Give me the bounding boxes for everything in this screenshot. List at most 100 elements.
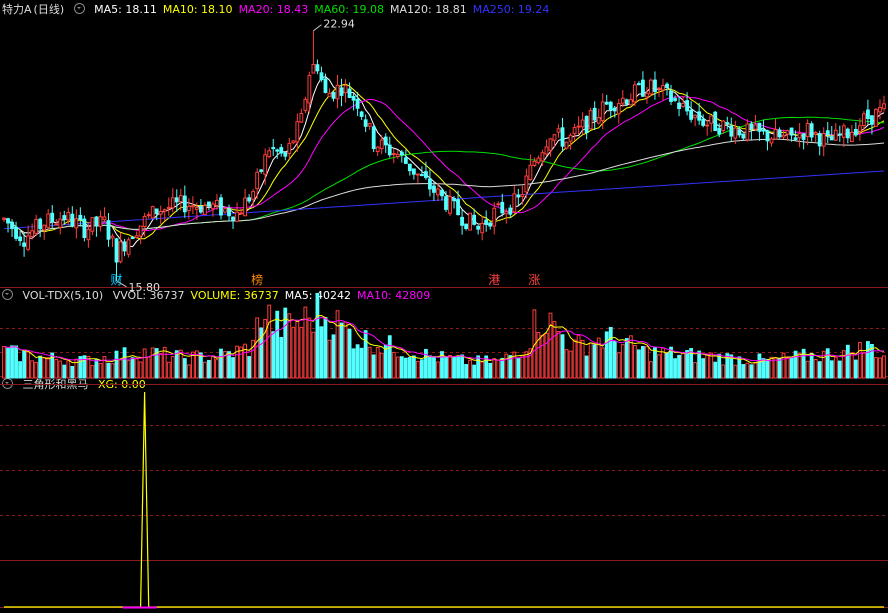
- candle-body: [600, 101, 605, 121]
- volume-bar: [436, 361, 440, 379]
- candle-body: [741, 133, 746, 139]
- candle-body: [866, 109, 870, 119]
- volume-bar: [415, 360, 420, 379]
- volume-bar: [198, 352, 203, 379]
- candle-body: [544, 146, 549, 155]
- candle-body: [669, 90, 673, 102]
- candle-body: [235, 211, 239, 222]
- volume-bar: [54, 358, 59, 379]
- candle-body: [817, 133, 822, 147]
- volume-bar: [640, 346, 645, 379]
- volume-bar: [608, 326, 613, 379]
- candle-body: [592, 107, 597, 121]
- candle-body: [174, 197, 179, 203]
- candle-body: [207, 201, 211, 207]
- volume-bar: [713, 361, 718, 379]
- volume-bar: [66, 360, 71, 379]
- volume-bar: [403, 357, 408, 379]
- volume-bar: [464, 364, 469, 379]
- volume-ma10-line: [3, 316, 885, 362]
- volume-bar: [219, 348, 223, 379]
- candle-body: [198, 205, 203, 213]
- candle-body: [757, 122, 762, 132]
- volume-bar: [295, 320, 300, 379]
- candle-body: [247, 197, 252, 202]
- volume-bar: [106, 362, 111, 379]
- chart-canvas[interactable]: 22.94 15.80 财 榜 港 涨: [0, 0, 888, 613]
- candle-body: [733, 127, 738, 139]
- volume-bar: [588, 342, 593, 379]
- candle-body: [142, 215, 147, 227]
- volume-bar: [367, 346, 372, 379]
- candle-body: [793, 137, 798, 141]
- volume-bar: [351, 348, 356, 379]
- volume-bar: [693, 362, 698, 379]
- candle-body: [468, 212, 473, 231]
- candle-body: [813, 131, 818, 135]
- candle-body: [90, 217, 95, 232]
- volume-bar: [697, 350, 702, 379]
- volume-bar: [861, 352, 866, 379]
- volume-bar: [448, 354, 452, 379]
- volume-bar: [620, 344, 625, 379]
- volume-bar: [174, 350, 179, 379]
- volume-bar: [584, 355, 589, 379]
- candle-body: [30, 230, 35, 237]
- candle-body: [375, 146, 380, 153]
- candle-body: [504, 211, 509, 215]
- candle-body: [86, 228, 91, 241]
- candle-body: [516, 194, 521, 198]
- candle-body: [709, 115, 714, 124]
- candle-body: [717, 127, 722, 135]
- candle-body: [833, 129, 838, 141]
- candle-body: [749, 123, 754, 130]
- candle-body: [841, 125, 846, 138]
- candle-body: [777, 129, 782, 138]
- high-price-label: 22.94: [323, 18, 355, 31]
- candle-body: [785, 130, 790, 135]
- volume-bar: [287, 313, 292, 379]
- volume-bar: [34, 361, 39, 379]
- volume-bar: [733, 364, 738, 379]
- candle-body: [653, 79, 657, 92]
- volume-bar: [749, 364, 754, 379]
- volume-bar: [247, 356, 252, 379]
- candle-body: [536, 157, 541, 164]
- volume-bar: [271, 331, 276, 379]
- volume-bar: [472, 364, 477, 379]
- volume-bar: [339, 322, 344, 379]
- volume-bar: [785, 357, 790, 379]
- volume-bar: [809, 353, 814, 379]
- volume-bar: [182, 358, 187, 379]
- candle-body: [166, 206, 171, 209]
- candle-body: [291, 140, 296, 144]
- candle-body: [765, 130, 770, 142]
- candle-body: [367, 123, 372, 127]
- candle-body: [359, 111, 364, 117]
- volume-bar: [428, 355, 432, 379]
- candle-body: [801, 133, 806, 140]
- volume-bar: [560, 334, 565, 379]
- volume-bar: [162, 346, 167, 379]
- volume-bar: [10, 345, 14, 379]
- candle-body: [649, 79, 653, 95]
- volume-bar: [721, 364, 726, 379]
- candle-body: [729, 125, 734, 137]
- volume-bar: [307, 317, 312, 379]
- candle-body: [275, 149, 280, 152]
- candle-body: [303, 98, 308, 111]
- candle-body: [837, 133, 842, 136]
- candle-body: [480, 223, 485, 234]
- volume-bar: [319, 326, 324, 379]
- volume-bar: [375, 347, 380, 379]
- candle-body: [528, 164, 533, 181]
- volume-bar: [612, 340, 617, 379]
- candle-body: [524, 175, 529, 193]
- candle-body: [287, 143, 292, 155]
- volume-bar: [825, 348, 830, 379]
- ma60-line: [3, 116, 885, 234]
- volume-bar: [882, 355, 886, 379]
- volume-bar: [564, 349, 569, 379]
- volume-bar: [94, 359, 99, 379]
- candle-body: [496, 203, 501, 206]
